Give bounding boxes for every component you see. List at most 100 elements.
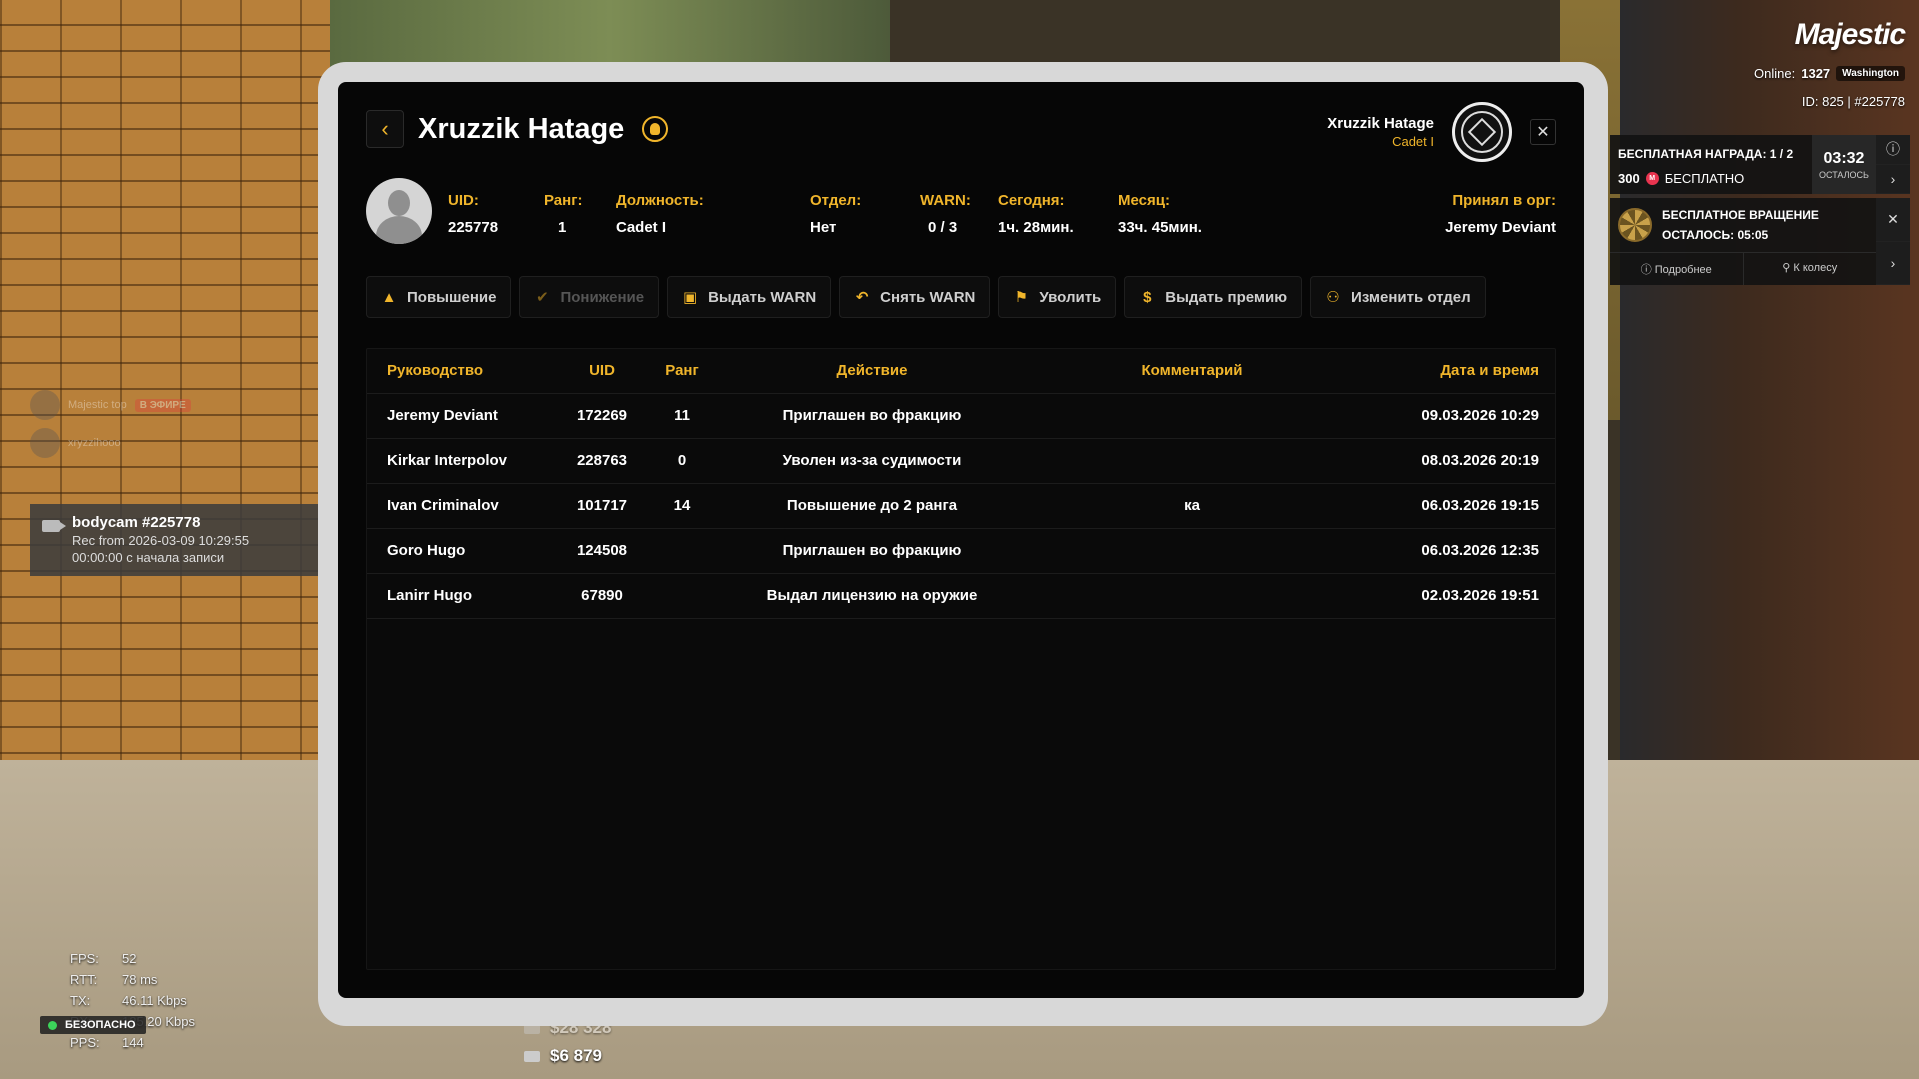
give-bonus-button[interactable]: $ Выдать премию [1124, 276, 1303, 318]
free-reward-free-label: БЕСПЛАТНО [1664, 171, 1745, 186]
dismiss-label: Уволить [1039, 288, 1102, 306]
col-comment: Комментарий [1027, 349, 1357, 394]
col-leader: Руководство [367, 349, 557, 394]
promote-label: Повышение [407, 288, 497, 306]
user-icon [642, 116, 669, 142]
give-warn-button[interactable]: ▣ Выдать WARN [667, 276, 832, 318]
field-accepted-label: Принял в орг: [1452, 192, 1556, 209]
spin-side-buttons: ✕ › [1876, 198, 1910, 285]
dismiss-button[interactable]: ⚑ Уволить [998, 276, 1117, 318]
table-row: Ivan Criminalov 101717 14 Повышение до 2… [367, 483, 1555, 529]
cell-uid: 101717 [557, 483, 647, 529]
col-rank: Ранг [647, 349, 717, 394]
header-user-name: Xruzzik Hatage [1327, 115, 1434, 132]
field-accepted-value: Jeremy Deviant [1445, 219, 1556, 236]
table-row: Goro Hugo 124508 Приглашен во фракцию 06… [367, 528, 1555, 574]
field-rank-label: Ранг: [544, 192, 583, 209]
field-dept-label: Отдел: [810, 192, 862, 209]
chevron-right-icon[interactable]: › [1876, 242, 1910, 285]
history-table-panel: Руководство UID Ранг Действие Комментари… [366, 348, 1556, 970]
stat-value: 144 [122, 1035, 144, 1050]
bodycam-rec: Rec from 2026-03-09 10:29:55 [72, 533, 250, 548]
field-dept-value: Нет [810, 219, 837, 236]
org-icon: ⚇ [1326, 289, 1340, 306]
free-reward-info[interactable]: БЕСПЛАТНАЯ НАГРАДА: 1 / 2 300 M БЕСПЛАТН… [1610, 135, 1812, 194]
remove-warn-button[interactable]: ↶ Снять WARN [839, 276, 991, 318]
bodycam-elapsed: 00:00:00 с начала записи [72, 550, 225, 565]
avatar [30, 428, 60, 458]
close-icon[interactable]: ✕ [1876, 198, 1910, 242]
online-count: 1327 [1801, 66, 1831, 81]
back-button[interactable]: ‹ [366, 110, 404, 148]
field-warn: WARN: 0 / 3 [920, 192, 971, 236]
more-info-label: Подробнее [1654, 264, 1712, 276]
brand-logo: Majestic [1794, 18, 1906, 51]
field-position: Должность: Cadet I [616, 192, 704, 236]
bodycam-panel: bodycam #225778 Rec from 2026-03-09 10:2… [30, 504, 320, 576]
demote-label: Понижение [560, 288, 645, 306]
field-dept: Отдел: Нет [810, 192, 861, 236]
department-seal-icon [1452, 102, 1512, 162]
more-info-link[interactable]: ⓘ Подробнее [1610, 253, 1743, 285]
page-header: ‹ Xruzzik Hatage [366, 110, 669, 148]
close-button[interactable]: ✕ [1530, 119, 1556, 145]
free-reward-amount: 300 [1618, 171, 1640, 186]
table-row: Jeremy Deviant 172269 11 Приглашен во фр… [367, 393, 1555, 439]
free-reward-title-text: БЕСПЛАТНАЯ НАГРАДА: [1618, 147, 1767, 161]
field-warn-value: 0 / 3 [928, 219, 958, 236]
field-today-value: 1ч. 28мин. [998, 219, 1074, 236]
cell-comment [1027, 573, 1357, 619]
stream-notice: Majestic top В ЭФИРЕ xryzzihooo [30, 390, 220, 466]
table-row: Kirkar Interpolov 228763 0 Уволен из-за … [367, 438, 1555, 484]
undo-icon: ↶ [855, 289, 869, 306]
avatar [366, 178, 432, 244]
change-dept-button[interactable]: ⚇ Изменить отдел [1310, 276, 1486, 318]
reward-widget: БЕСПЛАТНАЯ НАГРАДА: 1 / 2 300 M БЕСПЛАТН… [1610, 135, 1910, 285]
bodycam-text: bodycam #225778 Rec from 2026-03-09 10:2… [72, 514, 249, 576]
col-action: Действие [717, 349, 1027, 394]
free-reward-sub: 300 M БЕСПЛАТНО [1618, 171, 1804, 186]
field-today: Сегодня: 1ч. 28мин. [998, 192, 1074, 236]
net-stats: FPS:52 RTT:78 ms TX:46.11 Kbps RX:125.20… [70, 948, 195, 1053]
cell-date: 09.03.2026 10:29 [1357, 393, 1555, 439]
free-spin-title: БЕСПЛАТНОЕ ВРАЩЕНИЕ [1662, 208, 1819, 222]
field-month-value: 33ч. 45мин. [1118, 219, 1202, 236]
free-spin-top: БЕСПЛАТНОЕ ВРАЩЕНИЕ ОСТАЛОСЬ: 05:05 [1610, 198, 1876, 252]
table-row: Lanirr Hugo 67890 Выдал лицензию на оруж… [367, 573, 1555, 619]
promote-button[interactable]: ▲ Повышение [366, 276, 512, 318]
chevron-right-icon[interactable]: › [1876, 165, 1910, 194]
field-position-label: Должность: [616, 192, 704, 209]
cell-action: Приглашен во фракцию [717, 528, 1027, 574]
avatar [30, 390, 60, 420]
profile-info: UID: 225778 Ранг: 1 Должность: Cadet I О… [366, 178, 1556, 244]
reward-timer-value: 03:32 [1823, 149, 1865, 167]
free-spin-row: БЕСПЛАТНОЕ ВРАЩЕНИЕ ОСТАЛОСЬ: 05:05 ⓘ По… [1610, 198, 1910, 285]
warn-doc-icon: ▣ [683, 289, 698, 306]
stat-row: PPS: 144 [70, 1032, 195, 1053]
free-spin-links: ⓘ Подробнее ⚲ К колесу [1610, 252, 1876, 285]
live-badge: В ЭФИРЕ [134, 398, 191, 412]
majestic-coin-icon: M [1645, 172, 1659, 185]
tablet-device: ‹ Xruzzik Hatage Xruzzik Hatage Cadet I … [318, 62, 1608, 1026]
col-date: Дата и время [1357, 349, 1555, 394]
page-title: Xruzzik Hatage [418, 112, 625, 145]
free-reward-title: БЕСПЛАТНАЯ НАГРАДА: 1 / 2 [1618, 147, 1804, 161]
safe-zone-label: БЕЗОПАСНО [65, 1019, 136, 1031]
demote-button[interactable]: ✔ Понижение [519, 276, 660, 318]
field-accepted-by: Принял в орг: Jeremy Deviant [1445, 192, 1556, 236]
info-icon[interactable]: ⓘ [1876, 135, 1910, 165]
chevron-up-icon: ▲ [381, 288, 397, 306]
online-status: Online: 1327 Washington [1754, 66, 1905, 81]
free-spin-text: БЕСПЛАТНОЕ ВРАЩЕНИЕ ОСТАЛОСЬ: 05:05 [1662, 208, 1819, 242]
cell-action: Повышение до 2 ранга [717, 483, 1027, 529]
stat-value: 46.11 Kbps [122, 993, 187, 1008]
cell-comment [1027, 393, 1357, 439]
field-uid-value: 225778 [448, 219, 499, 236]
stream-viewer-row: xryzzihooo [30, 428, 220, 458]
header-user-names: Xruzzik Hatage Cadet I [1327, 115, 1434, 149]
status-dot-icon [48, 1020, 57, 1030]
to-wheel-link[interactable]: ⚲ К колесу [1742, 253, 1877, 285]
field-uid-label: UID: [448, 192, 479, 209]
reward-side-buttons: ⓘ › [1876, 135, 1910, 194]
field-today-label: Сегодня: [998, 192, 1065, 209]
